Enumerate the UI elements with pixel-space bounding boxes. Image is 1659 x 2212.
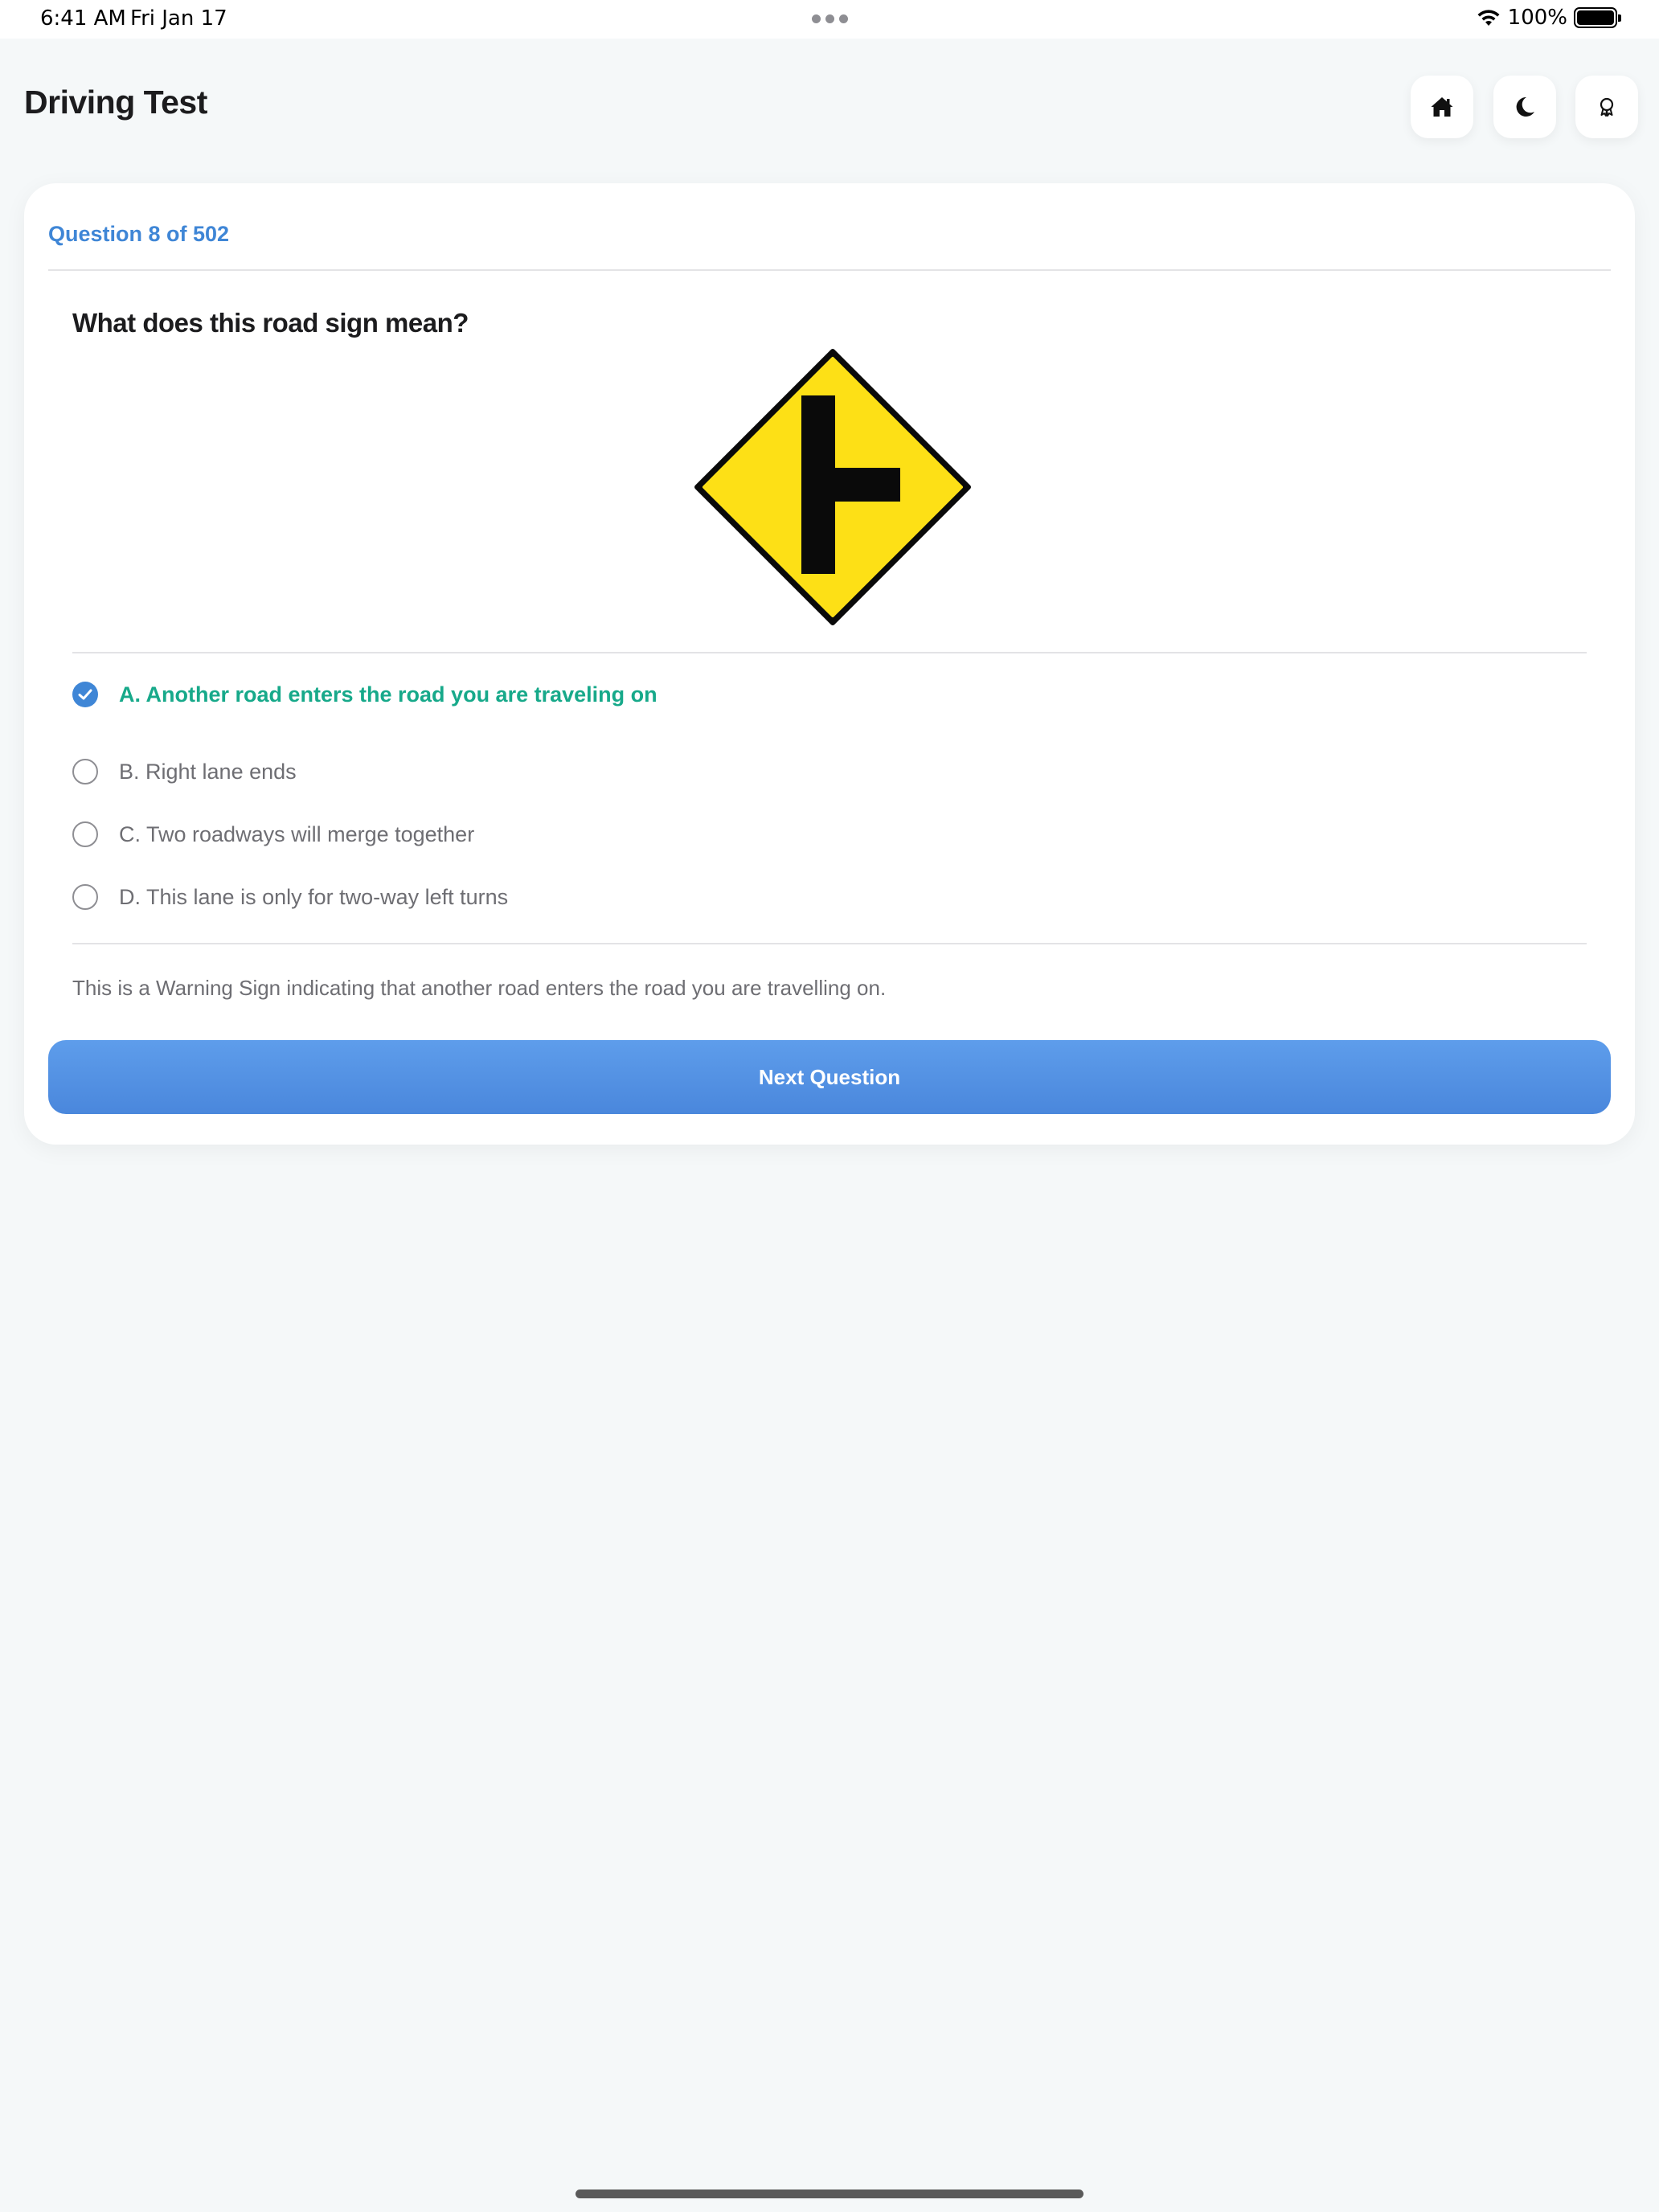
radio-button-icon	[72, 821, 98, 847]
answer-option-d[interactable]: D. This lane is only for two-way left tu…	[72, 884, 508, 910]
answer-explanation: This is a Warning Sign indicating that a…	[72, 976, 887, 1000]
question-counter: Question 8 of 502	[48, 222, 230, 246]
award-ribbon-icon	[1600, 97, 1614, 117]
next-question-button[interactable]: Next Question	[48, 1040, 1611, 1114]
battery-icon	[1574, 7, 1621, 28]
checkmark-circle-icon	[72, 682, 98, 707]
multitasking-dots-icon[interactable]	[812, 14, 848, 23]
home-icon	[1431, 97, 1453, 117]
battery-percent: 100%	[1507, 6, 1567, 30]
wifi-icon	[1477, 10, 1500, 26]
home-indicator[interactable]	[576, 2189, 1083, 2198]
road-sign-image	[694, 349, 971, 625]
answer-option-label: A. Another road enters the road you are …	[119, 682, 657, 707]
radio-button-icon	[72, 759, 98, 784]
answer-option-label: B. Right lane ends	[119, 759, 297, 784]
status-indicators: 100%	[1476, 6, 1621, 30]
question-card: Question 8 of 502 What does this road si…	[24, 183, 1635, 1145]
answer-option-label: C. Two roadways will merge together	[119, 821, 475, 846]
status-time: 6:41 AM	[40, 6, 126, 31]
moon-icon	[1516, 96, 1534, 117]
home-button[interactable]	[1411, 76, 1473, 138]
divider	[72, 943, 1587, 944]
answer-option-a[interactable]: A. Another road enters the road you are …	[72, 682, 657, 707]
answer-option-label: D. This lane is only for two-way left tu…	[119, 884, 509, 909]
dark-mode-toggle[interactable]	[1493, 76, 1556, 138]
awards-button[interactable]	[1575, 76, 1638, 138]
status-date: Fri Jan 17	[130, 6, 227, 31]
question-text: What does this road sign mean?	[72, 308, 469, 338]
radio-button-icon	[72, 884, 98, 910]
status-bar: 6:41 AM Fri Jan 17 100%	[0, 0, 1659, 39]
battery-level	[1577, 10, 1614, 25]
answer-option-b[interactable]: B. Right lane ends	[72, 759, 297, 784]
divider	[48, 269, 1611, 271]
divider	[72, 652, 1587, 653]
app-title: Driving Test	[24, 84, 207, 121]
answer-option-c[interactable]: C. Two roadways will merge together	[72, 821, 474, 847]
